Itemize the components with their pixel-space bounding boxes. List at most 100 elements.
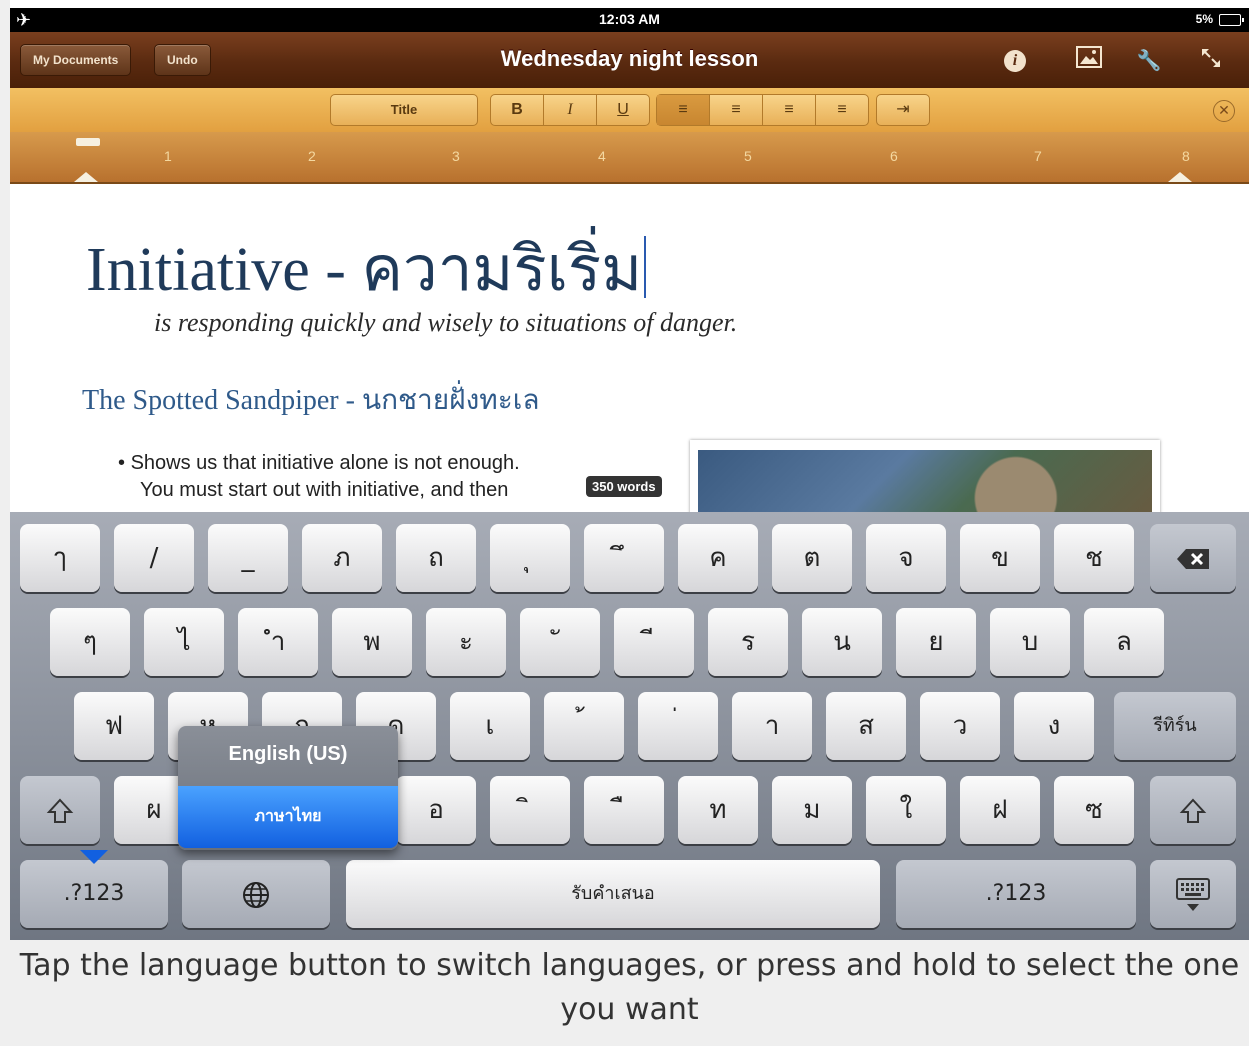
key[interactable]: ิ	[490, 776, 570, 844]
ruler-number: 6	[890, 148, 898, 164]
key[interactable]: น	[802, 608, 882, 676]
key[interactable]: ำ	[238, 608, 318, 676]
ruler[interactable]: 1 2 3 4 5 6 7 8	[10, 132, 1249, 184]
key[interactable]: อ	[396, 776, 476, 844]
shift-key-right[interactable]	[1150, 776, 1236, 844]
align-left-icon: ≡	[678, 101, 688, 118]
ruler-number: 4	[598, 148, 606, 164]
fullscreen-button[interactable]	[1196, 46, 1226, 76]
language-option-thai[interactable]: ภาษาไทย	[178, 786, 398, 848]
key[interactable]: ้	[544, 692, 624, 760]
key[interactable]: ใ	[866, 776, 946, 844]
key[interactable]: ถ	[396, 524, 476, 592]
hide-keyboard-key[interactable]	[1150, 860, 1236, 928]
key[interactable]: ี	[614, 608, 694, 676]
space-key[interactable]: รับคำเสนอ	[346, 860, 880, 928]
justify-button[interactable]: ≡	[816, 95, 868, 125]
align-center-icon: ≡	[731, 101, 741, 118]
key[interactable]: ว	[920, 692, 1000, 760]
language-popup: English (US) ภาษาไทย	[178, 726, 398, 850]
globe-icon	[243, 881, 269, 908]
key[interactable]: ๆ	[50, 608, 130, 676]
key[interactable]: ค	[678, 524, 758, 592]
key[interactable]: พ	[332, 608, 412, 676]
document-heading[interactable]: Initiative - ความริเริ่ม	[86, 220, 647, 318]
key[interactable]: /	[114, 524, 194, 592]
bold-button[interactable]: B	[491, 95, 544, 125]
key[interactable]: ะ	[426, 608, 506, 676]
key[interactable]: ร	[708, 608, 788, 676]
numbers-key-left[interactable]: .?123	[20, 860, 168, 928]
info-button[interactable]: i	[1000, 46, 1030, 76]
key[interactable]: ภ	[302, 524, 382, 592]
title-bar: My Documents Undo Wednesday night lesson…	[10, 32, 1249, 88]
document-title: Wednesday night lesson	[500, 46, 759, 71]
key[interactable]: ข	[960, 524, 1040, 592]
key[interactable]: ย	[896, 608, 976, 676]
popup-pointer	[80, 850, 108, 864]
status-time: 12:03 AM	[599, 11, 660, 27]
key[interactable]: ฝ	[960, 776, 1040, 844]
align-center-button[interactable]: ≡	[710, 95, 763, 125]
key[interactable]: จ	[866, 524, 946, 592]
delete-key[interactable]	[1150, 524, 1236, 592]
ruler-number: 1	[164, 148, 172, 164]
key[interactable]: บ	[990, 608, 1070, 676]
key[interactable]: ท	[678, 776, 758, 844]
key[interactable]: ฟ	[74, 692, 154, 760]
globe-key[interactable]	[182, 860, 330, 928]
shift-key-left[interactable]	[20, 776, 100, 844]
document-subtitle[interactable]: is responding quickly and wisely to situ…	[154, 308, 737, 338]
align-right-icon: ≡	[784, 101, 794, 118]
wrench-icon: 🔧	[1136, 50, 1162, 72]
media-button[interactable]	[1074, 46, 1104, 76]
paragraph-style-button[interactable]: Title	[330, 94, 478, 126]
key[interactable]: ๅ	[20, 524, 100, 592]
document-canvas[interactable]: Initiative - ความริเริ่ม is responding q…	[10, 184, 1249, 530]
key[interactable]: ั	[520, 608, 600, 676]
section-heading[interactable]: The Spotted Sandpiper - นกชายฝั่งทะเล	[82, 378, 539, 422]
numbers-key-right[interactable]: .?123	[896, 860, 1136, 928]
key[interactable]: ึ	[584, 524, 664, 592]
key[interactable]: ซ	[1054, 776, 1134, 844]
heading-text: Initiative - ความริเริ่ม	[86, 236, 643, 304]
align-right-button[interactable]: ≡	[763, 95, 816, 125]
key[interactable]: ื	[584, 776, 664, 844]
key[interactable]: ไ	[144, 608, 224, 676]
info-icon: i	[1004, 50, 1026, 72]
close-format-bar-button[interactable]: ✕	[1213, 100, 1235, 122]
key[interactable]: า	[732, 692, 812, 760]
tools-button[interactable]: 🔧	[1134, 46, 1164, 76]
key[interactable]: ช	[1054, 524, 1134, 592]
caption: Tap the language button to switch langua…	[19, 948, 1240, 1027]
thai-keyboard: ๅ / _ ภ ถ ุ ึ ค ต จ ข ช ๆ ไ ำ พ ะ ั ี ร …	[10, 512, 1249, 940]
key[interactable]: _	[208, 524, 288, 592]
keyboard-hide-icon	[1176, 877, 1210, 911]
key[interactable]: ต	[772, 524, 852, 592]
tab-button[interactable]: ⇥	[876, 94, 930, 126]
key[interactable]: ่	[638, 692, 718, 760]
ruler-number: 3	[452, 148, 460, 164]
first-line-indent-handle[interactable]	[76, 138, 100, 146]
language-option-english[interactable]: English (US)	[178, 732, 398, 776]
underline-button[interactable]: U	[597, 95, 649, 125]
text-cursor	[644, 236, 647, 298]
backspace-icon	[1177, 548, 1209, 569]
key[interactable]: ส	[826, 692, 906, 760]
key[interactable]: ม	[772, 776, 852, 844]
ruler-number: 2	[308, 148, 316, 164]
ruler-number: 5	[744, 148, 752, 164]
align-left-button[interactable]: ≡	[657, 95, 710, 125]
italic-button[interactable]: I	[544, 95, 597, 125]
format-bar: Title B I U ≡ ≡ ≡ ≡ ⇥ ✕	[10, 88, 1249, 133]
key[interactable]: เ	[450, 692, 530, 760]
bullet-text: Shows us that initiative alone is not en…	[130, 452, 520, 474]
right-margin-marker[interactable]	[1168, 172, 1192, 182]
key[interactable]: ง	[1014, 692, 1094, 760]
left-margin-marker[interactable]	[74, 172, 98, 182]
key[interactable]: ล	[1084, 608, 1164, 676]
key[interactable]: ุ	[490, 524, 570, 592]
justify-icon: ≡	[837, 101, 847, 118]
battery-icon	[1219, 14, 1244, 26]
return-key[interactable]: รีทิร์น	[1114, 692, 1236, 760]
